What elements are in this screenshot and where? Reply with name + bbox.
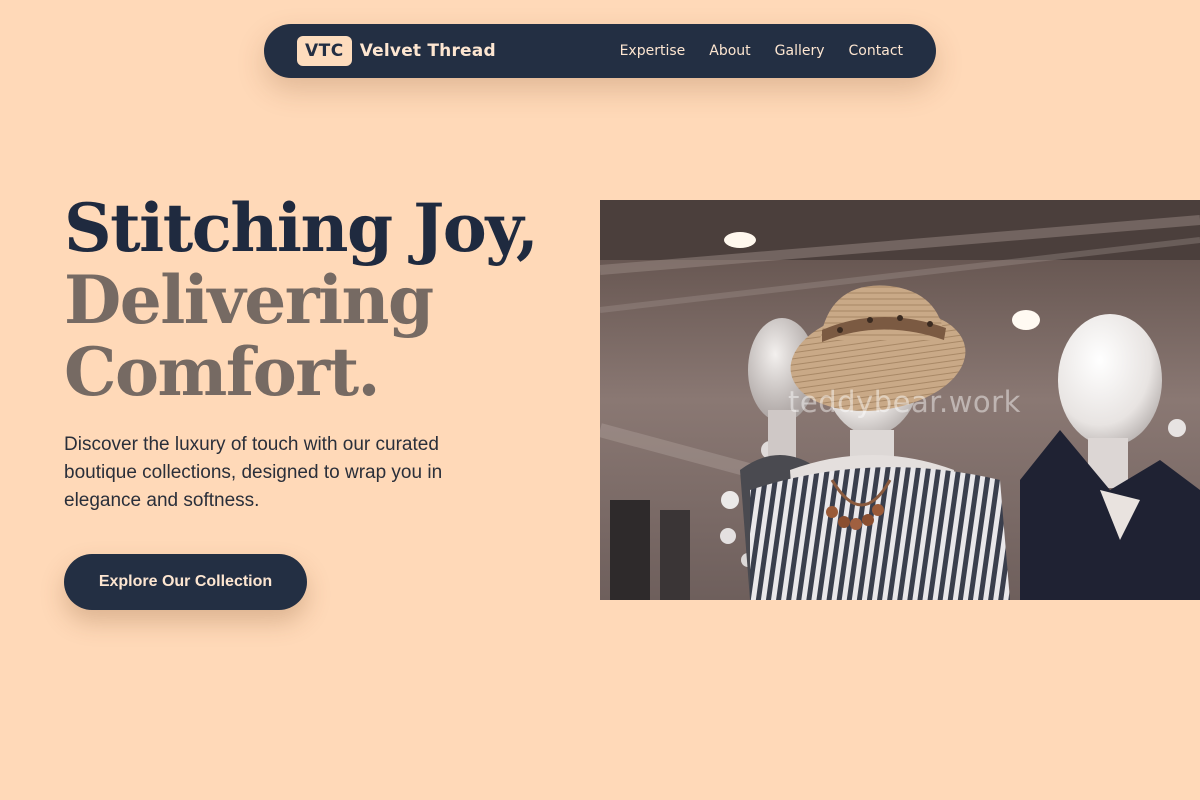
nav-link-about[interactable]: About: [709, 43, 750, 59]
mannequin-photo: [600, 200, 1200, 600]
nav-link-contact[interactable]: Contact: [849, 43, 903, 59]
hero-image: [600, 200, 1200, 600]
nav-links: Expertise About Gallery Contact: [620, 43, 903, 59]
explore-collection-button[interactable]: Explore Our Collection: [64, 554, 307, 610]
top-navigation: VTC Velvet Thread Expertise About Galler…: [264, 24, 936, 78]
brand-logo[interactable]: VTC Velvet Thread: [297, 36, 496, 66]
hero-description: Discover the luxury of touch with our cu…: [64, 434, 443, 511]
brand-name: Velvet Thread: [359, 41, 496, 61]
nav-link-gallery[interactable]: Gallery: [775, 43, 825, 59]
logo-badge: VTC: [297, 36, 352, 66]
hero-headline: Stitching Joy, Delivering Comfort.: [64, 192, 584, 408]
page: VTC Velvet Thread Expertise About Galler…: [0, 0, 1200, 800]
headline-line-1: Stitching Joy,: [64, 189, 539, 267]
headline-line-2: Delivering: [64, 261, 434, 339]
headline-line-3: Comfort.: [64, 333, 381, 411]
nav-link-expertise[interactable]: Expertise: [620, 43, 686, 59]
